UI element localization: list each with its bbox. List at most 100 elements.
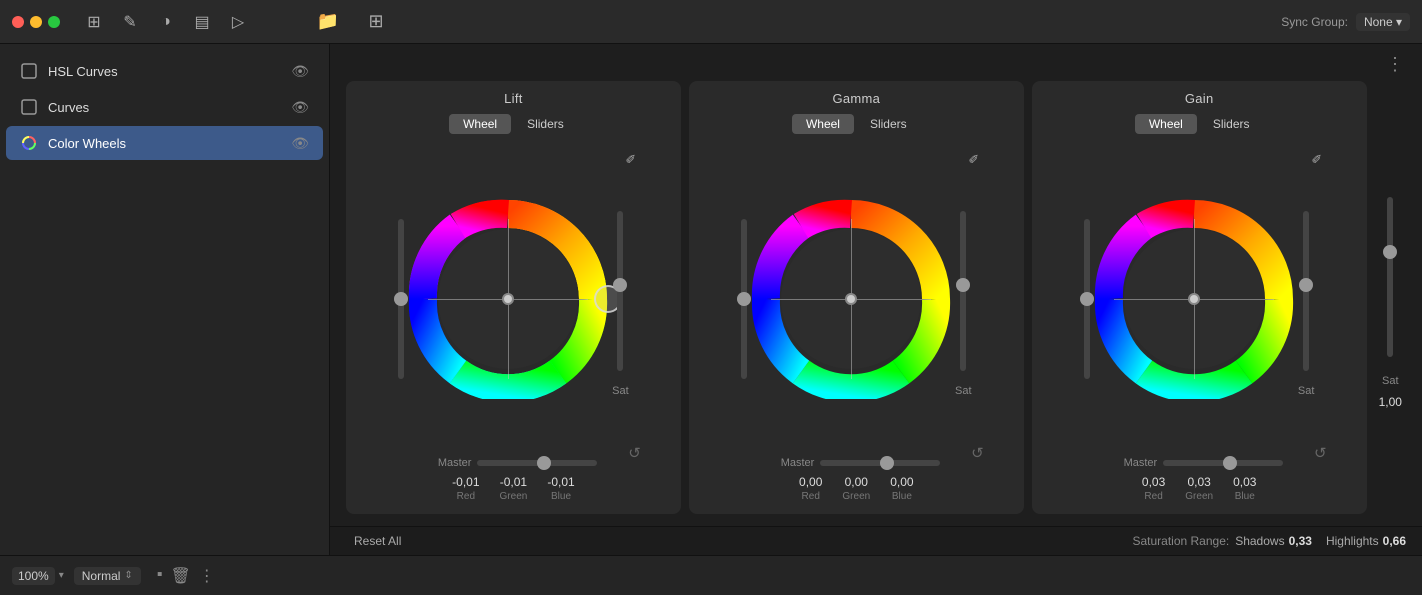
lift-master-label: Master [429,457,471,469]
color-icon[interactable]: ◑ [152,8,180,36]
gain-master-thumb[interactable] [1223,456,1237,470]
gain-color-wheel[interactable] [1094,199,1294,399]
deliver-icon[interactable]: ▤ [188,8,216,36]
reset-all-button[interactable]: Reset All [346,531,409,551]
sidebar-item-curves[interactable]: Curves 👁 [6,90,323,124]
gamma-reset-icon[interactable]: ↺ [971,444,984,462]
gain-left-slider-track[interactable] [1084,219,1090,379]
lift-left-slider-thumb[interactable] [394,292,408,306]
gamma-sat-slider[interactable] [960,201,966,381]
more-options-icon[interactable]: ⋮ [199,566,215,586]
lift-left-slider-track[interactable] [398,219,404,379]
sidebar-item-hsl-curves[interactable]: HSL Curves 👁 [6,54,323,88]
lift-sat-slider-thumb[interactable] [613,278,627,292]
lift-reset-icon[interactable]: ↺ [628,444,641,462]
gain-red-label: Red [1144,491,1162,502]
gamma-tab-wheel[interactable]: Wheel [792,114,854,134]
titlebar-tool-icons: ⊞ ✎ ◑ ▤ ▷ [80,8,252,36]
node-icon[interactable]: ⊞ [80,8,108,36]
gamma-sat-slider-group: Sat [955,201,972,397]
lift-section: Lift Wheel Sliders [346,81,681,514]
global-sat-slider-thumb[interactable] [1383,245,1397,259]
gamma-master-area: Master [697,457,1016,469]
wheels-container: Lift Wheel Sliders [330,81,1422,526]
sidebar-color-wheels-label: Color Wheels [48,136,281,151]
lift-tab-wheel[interactable]: Wheel [449,114,511,134]
project-icon[interactable]: 📁 [312,6,344,38]
options-icon[interactable]: ⋮ [1380,52,1410,77]
more-icon[interactable]: ▷ [224,8,252,36]
gain-reset-icon[interactable]: ↺ [1314,444,1327,462]
content-bottom-strip: Reset All Saturation Range: Shadows 0,33… [330,526,1422,555]
gain-tab-sliders[interactable]: Sliders [1199,114,1264,134]
gamma-red-value: 0,00 [799,475,822,489]
gain-eyedropper-icon[interactable]: ✏ [1308,149,1327,168]
global-sat-slider-track[interactable] [1387,197,1393,357]
gamma-tab-sliders[interactable]: Sliders [856,114,921,134]
titlebar-right: Sync Group: None ▾ [1281,13,1410,31]
gain-master-track[interactable] [1163,460,1283,466]
lift-sat-slider-track[interactable] [617,211,623,371]
gamma-wheel-handle[interactable] [845,293,857,305]
shadows-label: Shadows [1235,534,1284,548]
sync-group-label: Sync Group: [1281,15,1348,29]
grid-icon[interactable]: ⊞ [360,6,392,38]
lift-tabs: Wheel Sliders [449,114,578,134]
gain-sat-slider-thumb[interactable] [1299,278,1313,292]
global-sat-slider[interactable] [1387,187,1393,367]
sync-group-value[interactable]: None ▾ [1356,13,1410,31]
lift-master-thumb[interactable] [537,456,551,470]
gain-left-slider[interactable] [1084,209,1090,389]
trash-icon[interactable]: 🗑 [170,566,190,586]
gamma-eyedropper-icon[interactable]: ✏ [965,149,984,168]
clip-icon[interactable]: ▪ [157,566,163,586]
lift-blue-value: -0,01 [547,475,574,489]
gain-blue-label: Blue [1235,491,1255,502]
gamma-left-slider[interactable] [741,209,747,389]
lift-title: Lift [504,91,523,106]
gamma-left-slider-thumb[interactable] [737,292,751,306]
gain-tab-wheel[interactable]: Wheel [1135,114,1197,134]
lift-eyedropper-icon[interactable]: ✏ [622,149,641,168]
highlights-value: 0,66 [1383,534,1406,548]
color-wheels-visibility-icon[interactable]: 👁 [291,135,309,152]
gain-wheel-handle[interactable] [1188,293,1200,305]
sidebar-item-color-wheels[interactable]: Color Wheels 👁 [6,126,323,160]
gamma-section: Gamma Wheel Sliders [689,81,1024,514]
gain-sat-slider-track[interactable] [1303,211,1309,371]
fullscreen-button[interactable] [48,16,60,28]
edit-icon[interactable]: ✎ [116,8,144,36]
lift-wheel-handle[interactable] [502,293,514,305]
lift-sat-label: Sat [612,385,629,397]
gamma-sat-slider-track[interactable] [960,211,966,371]
lift-sat-slider[interactable] [617,201,623,381]
mode-select[interactable]: Normal ⇕ [74,567,141,585]
gamma-master-thumb[interactable] [880,456,894,470]
gain-sat-slider[interactable] [1303,201,1309,381]
zoom-value[interactable]: 100% [12,567,55,585]
gamma-blue-value: 0,00 [890,475,913,489]
content-area: ⋮ Lift Wheel Sliders [330,44,1422,555]
gamma-master-track[interactable] [820,460,940,466]
lift-blue-label: Blue [551,491,571,502]
gain-blue-col: 0,03 Blue [1233,475,1256,502]
close-button[interactable] [12,16,24,28]
gamma-color-wheel[interactable] [751,199,951,399]
gamma-blue-label: Blue [892,491,912,502]
sidebar-curves-label: Curves [48,100,281,115]
gamma-left-slider-track[interactable] [741,219,747,379]
curves-visibility-icon[interactable]: 👁 [291,99,309,116]
gamma-green-col: 0,00 Green [842,475,870,502]
lift-color-wheel[interactable] [408,199,608,399]
lift-left-slider[interactable] [398,209,404,389]
gamma-values-row: 0,00 Red 0,00 Green 0,00 Blue [799,475,914,502]
titlebar: ⊞ ✎ ◑ ▤ ▷ 📁 ⊞ Sync Group: None ▾ [0,0,1422,44]
gain-left-slider-thumb[interactable] [1080,292,1094,306]
minimize-button[interactable] [30,16,42,28]
lift-master-track[interactable] [477,460,597,466]
lift-tab-sliders[interactable]: Sliders [513,114,578,134]
hsl-curves-visibility-icon[interactable]: 👁 [291,63,309,80]
global-sat-slider-group: Sat 1,00 [1371,81,1410,514]
zoom-arrow-icon: ▾ [59,570,64,581]
gamma-sat-slider-thumb[interactable] [956,278,970,292]
